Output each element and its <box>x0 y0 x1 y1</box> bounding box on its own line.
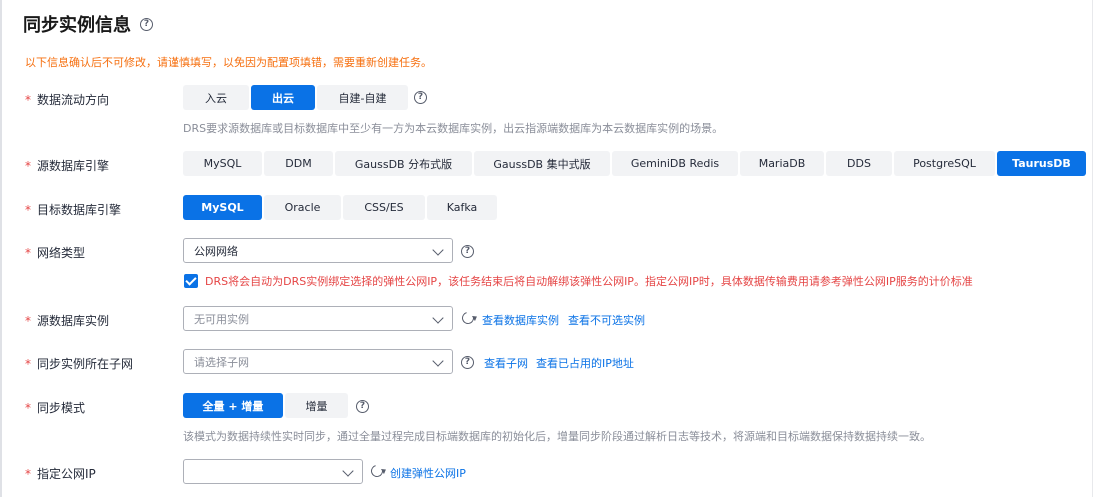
source-engine-gaussdb-distributed[interactable]: GaussDB 分布式版 <box>335 151 472 176</box>
sync-mode-segment: 全量 + 增量 增量 <box>183 393 348 418</box>
target-engine-mysql[interactable]: MySQL <box>183 195 262 220</box>
flow-direction-hint: DRS要求源数据库或目标数据库中至少有一方为本云数据库实例，出云指源端数据库为本… <box>183 122 724 135</box>
page-title-text: 同步实例信息 <box>23 15 131 36</box>
chevron-down-icon <box>432 355 444 367</box>
subnet-help-icon[interactable]: ? <box>461 356 474 369</box>
source-engine-taurusdb[interactable]: TaurusDB <box>997 151 1086 176</box>
network-type-help-icon[interactable]: ? <box>461 245 474 258</box>
sync-mode-label: * 同步模式 <box>25 401 86 415</box>
target-engine-css-es[interactable]: CSS/ES <box>343 195 425 220</box>
page-title: 同步实例信息 ? <box>23 11 153 37</box>
network-type-label: * 网络类型 <box>25 246 86 260</box>
title-help-icon[interactable]: ? <box>140 17 153 31</box>
flow-direction-label: * 数据流动方向 <box>25 93 110 107</box>
flow-direction-help-icon[interactable]: ? <box>414 91 427 104</box>
flow-option-in-cloud[interactable]: 入云 <box>183 85 249 110</box>
source-engine-mariadb[interactable]: MariaDB <box>740 151 824 176</box>
chevron-down-icon <box>342 465 354 477</box>
source-engine-gaussdb-centralized[interactable]: GaussDB 集中式版 <box>474 151 610 176</box>
warning-text: 以下信息确认后不可修改，请谨慎填写，以免因为配置项填错，需要重新创建任务。 <box>25 56 432 69</box>
auto-bind-eip-checkbox[interactable] <box>184 274 198 288</box>
subnet-label: * 同步实例所在子网 <box>25 357 134 371</box>
sync-mode-help-icon[interactable]: ? <box>356 400 369 413</box>
sync-mode-incremental[interactable]: 增量 <box>285 393 348 418</box>
source-engine-mysql[interactable]: MySQL <box>183 151 262 176</box>
subnet-placeholder: 请选择子网 <box>194 355 249 369</box>
public-ip-select[interactable] <box>183 459 363 484</box>
source-instance-placeholder: 无可用实例 <box>194 312 249 326</box>
source-engine-postgresql[interactable]: PostgreSQL <box>894 151 995 176</box>
source-engine-dds[interactable]: DDS <box>826 151 892 176</box>
target-engine-segment: MySQL Oracle CSS/ES Kafka <box>183 195 497 220</box>
sync-mode-hint: 该模式为数据持续性实时同步，通过全量过程完成目标端数据库的初始化后，增量同步阶段… <box>183 430 931 443</box>
source-engine-geminidb-redis[interactable]: GeminiDB Redis <box>612 151 738 176</box>
source-engine-ddm[interactable]: DDM <box>264 151 333 176</box>
network-type-value: 公网网络 <box>194 244 238 258</box>
source-instance-label: * 源数据库实例 <box>25 314 110 328</box>
flow-option-self-built[interactable]: 自建-自建 <box>317 85 408 110</box>
create-eip-link[interactable]: 创建弹性公网IP <box>390 465 466 481</box>
auto-bind-eip-text: DRS将会自动为DRS实例绑定选择的弹性公网IP，该任务结束后将自动解绑该弹性公… <box>205 275 973 288</box>
public-ip-label: * 指定公网IP <box>25 467 96 481</box>
source-instance-select[interactable]: 无可用实例 <box>183 306 453 331</box>
required-mark: * <box>25 93 31 107</box>
chevron-down-icon <box>432 312 444 324</box>
sync-mode-full-incremental[interactable]: 全量 + 增量 <box>183 393 283 418</box>
page-frame <box>0 0 1093 497</box>
flow-option-out-cloud[interactable]: 出云 <box>251 85 315 110</box>
network-type-select[interactable]: 公网网络 <box>183 238 453 263</box>
source-engine-label: * 源数据库引擎 <box>25 159 110 173</box>
source-engine-segment: MySQL DDM GaussDB 分布式版 GaussDB 集中式版 Gemi… <box>183 151 1086 176</box>
view-db-instances-link[interactable]: 查看数据库实例 <box>482 312 559 328</box>
chevron-down-icon <box>432 244 444 256</box>
target-engine-kafka[interactable]: Kafka <box>427 195 497 220</box>
target-engine-label: * 目标数据库引擎 <box>25 203 122 217</box>
flow-direction-segment: 入云 出云 自建-自建 <box>183 85 408 110</box>
target-engine-oracle[interactable]: Oracle <box>264 195 341 220</box>
view-subnets-link[interactable]: 查看子网 <box>484 355 528 371</box>
view-unavailable-instances-link[interactable]: 查看不可选实例 <box>568 312 645 328</box>
subnet-select[interactable]: 请选择子网 <box>183 349 453 374</box>
view-used-ips-link[interactable]: 查看已占用的IP地址 <box>536 355 634 371</box>
